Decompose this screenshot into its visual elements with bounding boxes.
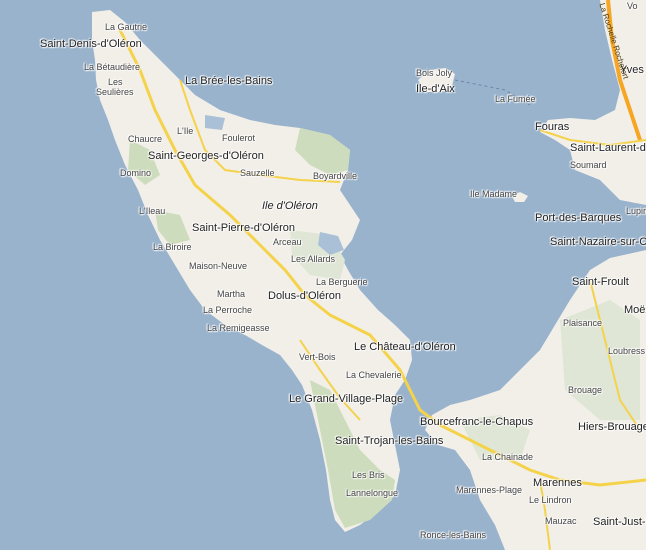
place-label[interactable]: Le Lindron [529, 495, 572, 505]
place-label[interactable]: Saint-Nazaire-sur-Ch [550, 236, 646, 248]
place-label[interactable]: Loubress [608, 346, 645, 356]
place-label[interactable]: Saint-Denis-d'Oléron [40, 38, 142, 50]
place-label[interactable]: Les Bris [352, 470, 385, 480]
place-label[interactable]: Ronce-les-Bains [420, 530, 486, 540]
place-label[interactable]: Saint-Pierre-d'Oléron [192, 222, 295, 234]
place-label[interactable]: L'Ile [177, 126, 193, 136]
island-label[interactable]: Ile d'Oléron [262, 200, 318, 212]
place-label[interactable]: Hiers-Brouage [578, 421, 646, 433]
place-label[interactable]: Saint-Laurent-de [570, 142, 646, 154]
place-label[interactable]: Les Allards [291, 254, 335, 264]
place-label[interactable]: Lannelongue [346, 488, 398, 498]
place-label[interactable]: Chaucre [128, 134, 162, 144]
place-label[interactable]: La Remigeasse [207, 323, 270, 333]
place-label[interactable]: Plaisance [563, 318, 602, 328]
place-label[interactable]: Sauzelle [240, 168, 275, 178]
place-label[interactable]: Fouras [535, 121, 569, 133]
place-label[interactable]: Ile-d'Aix [416, 83, 455, 95]
place-label[interactable]: La Berguerie [316, 277, 368, 287]
place-label[interactable]: La Bétaudière [84, 62, 140, 72]
place-label[interactable]: La Fumée [495, 94, 536, 104]
place-label[interactable]: Saint-Froult [572, 276, 629, 288]
place-label[interactable]: Port-des-Barques [535, 212, 621, 224]
place-label[interactable]: Bois Joly [416, 68, 452, 78]
place-label[interactable]: Les [108, 77, 123, 87]
place-label[interactable]: Mauzac [545, 516, 577, 526]
place-label[interactable]: Bourcefranc-le-Chapus [420, 416, 533, 428]
place-label[interactable]: Le Grand-Village-Plage [289, 393, 403, 405]
place-label[interactable]: La Brée-les-Bains [185, 75, 272, 87]
place-label[interactable]: Saint-Trojan-les-Bains [335, 435, 443, 447]
place-label[interactable]: La Chevalerie [346, 370, 402, 380]
place-label[interactable]: Arceau [273, 237, 302, 247]
place-label[interactable]: Moëz [624, 304, 646, 316]
place-label[interactable]: Maison-Neuve [189, 261, 247, 271]
place-label[interactable]: Saint-Just-L [593, 516, 646, 528]
place-label[interactable]: Boyardville [313, 171, 357, 181]
map-canvas[interactable]: La Gautrie Saint-Denis-d'Oléron La Bétau… [0, 0, 646, 550]
place-label[interactable]: Marennes [533, 477, 582, 489]
place-label[interactable]: La Perroche [203, 305, 252, 315]
map-base-layer [0, 0, 646, 550]
place-label[interactable]: Ile Madame [470, 189, 517, 199]
place-label[interactable]: Saint-Georges-d'Oléron [148, 150, 264, 162]
place-label[interactable]: Foulerot [222, 133, 255, 143]
place-label[interactable]: Dolus-d'Oléron [268, 290, 341, 302]
place-label[interactable]: Brouage [568, 385, 602, 395]
place-label[interactable]: Martha [217, 289, 245, 299]
place-label[interactable]: La Gautrie [105, 22, 147, 32]
place-label[interactable]: L'Ileau [139, 206, 165, 216]
place-label[interactable]: Vert-Bois [299, 352, 336, 362]
place-label[interactable]: La Chainade [482, 452, 533, 462]
place-label[interactable]: Domino [120, 168, 151, 178]
place-label[interactable]: Vo [627, 1, 638, 11]
place-label[interactable]: La Biroire [153, 242, 192, 252]
place-label[interactable]: Le Château-d'Oléron [354, 341, 456, 353]
place-label[interactable]: Soumard [570, 160, 607, 170]
place-label[interactable]: Seulières [96, 87, 134, 97]
place-label[interactable]: Lupin [626, 206, 646, 216]
place-label[interactable]: Marennes-Plage [456, 485, 522, 495]
